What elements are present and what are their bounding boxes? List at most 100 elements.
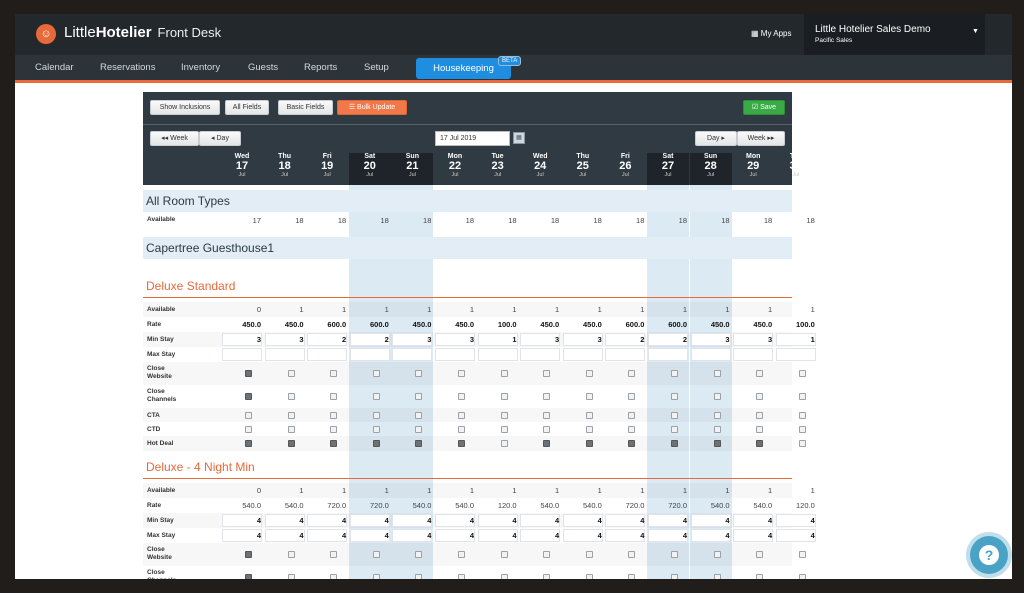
bulk-update-button[interactable]: ☰ Bulk Update [337,100,407,115]
save-button[interactable]: ☑ Save [743,100,785,115]
checkbox[interactable] [671,440,678,447]
input-box[interactable] [349,348,390,361]
checkbox[interactable] [585,393,593,400]
checkbox[interactable] [543,440,551,447]
checkbox[interactable] [372,370,380,377]
value-cell[interactable]: 450.0 [520,320,562,329]
checkbox[interactable] [671,425,678,433]
input-value[interactable]: 4 [307,516,349,525]
input-value[interactable]: 4 [350,516,392,525]
checkbox[interactable] [330,574,338,579]
checkbox[interactable] [372,574,380,579]
input-box[interactable] [264,348,305,361]
input-value[interactable]: 4 [392,531,434,540]
checkbox[interactable] [756,370,764,377]
checkbox[interactable] [458,425,465,433]
checkbox[interactable] [415,425,423,433]
input-box[interactable] [520,348,561,361]
nav-reports[interactable]: Reports [304,55,337,80]
checkbox[interactable] [798,551,806,558]
checkbox[interactable] [458,440,465,447]
checkbox[interactable] [543,393,551,400]
input-value[interactable]: 4 [222,516,264,525]
input-value[interactable]: 4 [307,531,349,540]
checkbox[interactable] [756,551,764,558]
checkbox[interactable] [585,574,593,579]
input-value[interactable]: 1 [776,335,818,344]
checkbox[interactable] [628,574,636,579]
my-apps-button[interactable]: ▦ My Apps [751,29,791,38]
value-cell[interactable]: 100.0 [478,320,520,329]
nav-inventory[interactable]: Inventory [181,55,220,80]
checkbox[interactable] [330,551,338,558]
checkbox[interactable] [245,393,252,400]
prev-week-button[interactable]: ◂◂ Week [150,131,199,146]
checkbox[interactable] [500,574,508,579]
checkbox[interactable] [415,370,423,377]
all-fields-button[interactable]: All Fields [225,100,269,115]
checkbox[interactable] [287,393,295,400]
next-week-button[interactable]: Week ▸▸ [737,131,785,146]
checkbox[interactable] [713,425,721,433]
checkbox[interactable] [287,370,295,377]
input-value[interactable]: 4 [733,531,775,540]
checkbox[interactable] [756,393,764,400]
checkbox[interactable] [713,393,721,400]
input-box[interactable] [435,348,475,361]
input-value[interactable]: 1 [478,335,520,344]
input-value[interactable]: 4 [776,516,818,525]
checkbox[interactable] [713,440,721,447]
checkbox[interactable] [500,370,508,377]
checkbox[interactable] [756,425,764,433]
input-value[interactable]: 4 [435,516,477,525]
checkbox[interactable] [585,551,593,558]
nav-reservations[interactable]: Reservations [100,55,155,80]
checkbox[interactable] [628,425,636,433]
checkbox[interactable] [372,425,380,433]
account-switcher[interactable]: Little Hotelier Sales Demo Pacific Sales [804,14,985,55]
checkbox[interactable] [585,440,593,447]
date-input[interactable]: 17 Jul 2019 [435,131,510,146]
input-value[interactable]: 4 [563,516,605,525]
next-day-button[interactable]: Day ▸ [695,131,737,146]
checkbox[interactable] [628,551,636,558]
input-value[interactable]: 4 [520,531,562,540]
input-value[interactable]: 4 [605,516,647,525]
checkbox[interactable] [372,440,380,447]
input-value[interactable]: 3 [265,335,307,344]
checkbox[interactable] [713,574,721,579]
value-cell[interactable]: 450.0 [733,320,775,329]
value-cell[interactable]: 600.0 [307,320,349,329]
checkbox[interactable] [628,440,636,447]
input-value[interactable]: 4 [222,531,264,540]
checkbox[interactable] [245,411,252,419]
checkbox[interactable] [798,440,806,447]
input-value[interactable]: 4 [691,516,733,525]
checkbox[interactable] [415,551,423,558]
input-value[interactable]: 2 [307,335,349,344]
checkbox[interactable] [245,551,252,558]
checkbox[interactable] [287,440,295,447]
checkbox[interactable] [500,551,508,558]
checkbox[interactable] [543,574,551,579]
checkbox[interactable] [372,393,380,400]
checkbox[interactable] [671,370,678,377]
checkbox[interactable] [245,440,252,447]
logo-icon[interactable]: ☺ [36,24,56,44]
checkbox[interactable] [458,370,465,377]
checkbox[interactable] [415,393,423,400]
value-cell[interactable]: 450.0 [691,320,733,329]
input-value[interactable]: 2 [648,335,690,344]
input-box[interactable] [392,348,433,361]
input-value[interactable]: 4 [265,531,307,540]
input-box[interactable] [562,348,603,361]
input-box[interactable] [775,348,816,361]
checkbox[interactable] [372,551,380,558]
checkbox[interactable] [756,440,764,447]
input-value[interactable]: 4 [776,531,818,540]
input-value[interactable]: 2 [350,335,392,344]
checkbox[interactable] [372,411,380,419]
input-value[interactable]: 3 [691,335,733,344]
checkbox[interactable] [458,411,465,419]
checkbox[interactable] [330,393,338,400]
